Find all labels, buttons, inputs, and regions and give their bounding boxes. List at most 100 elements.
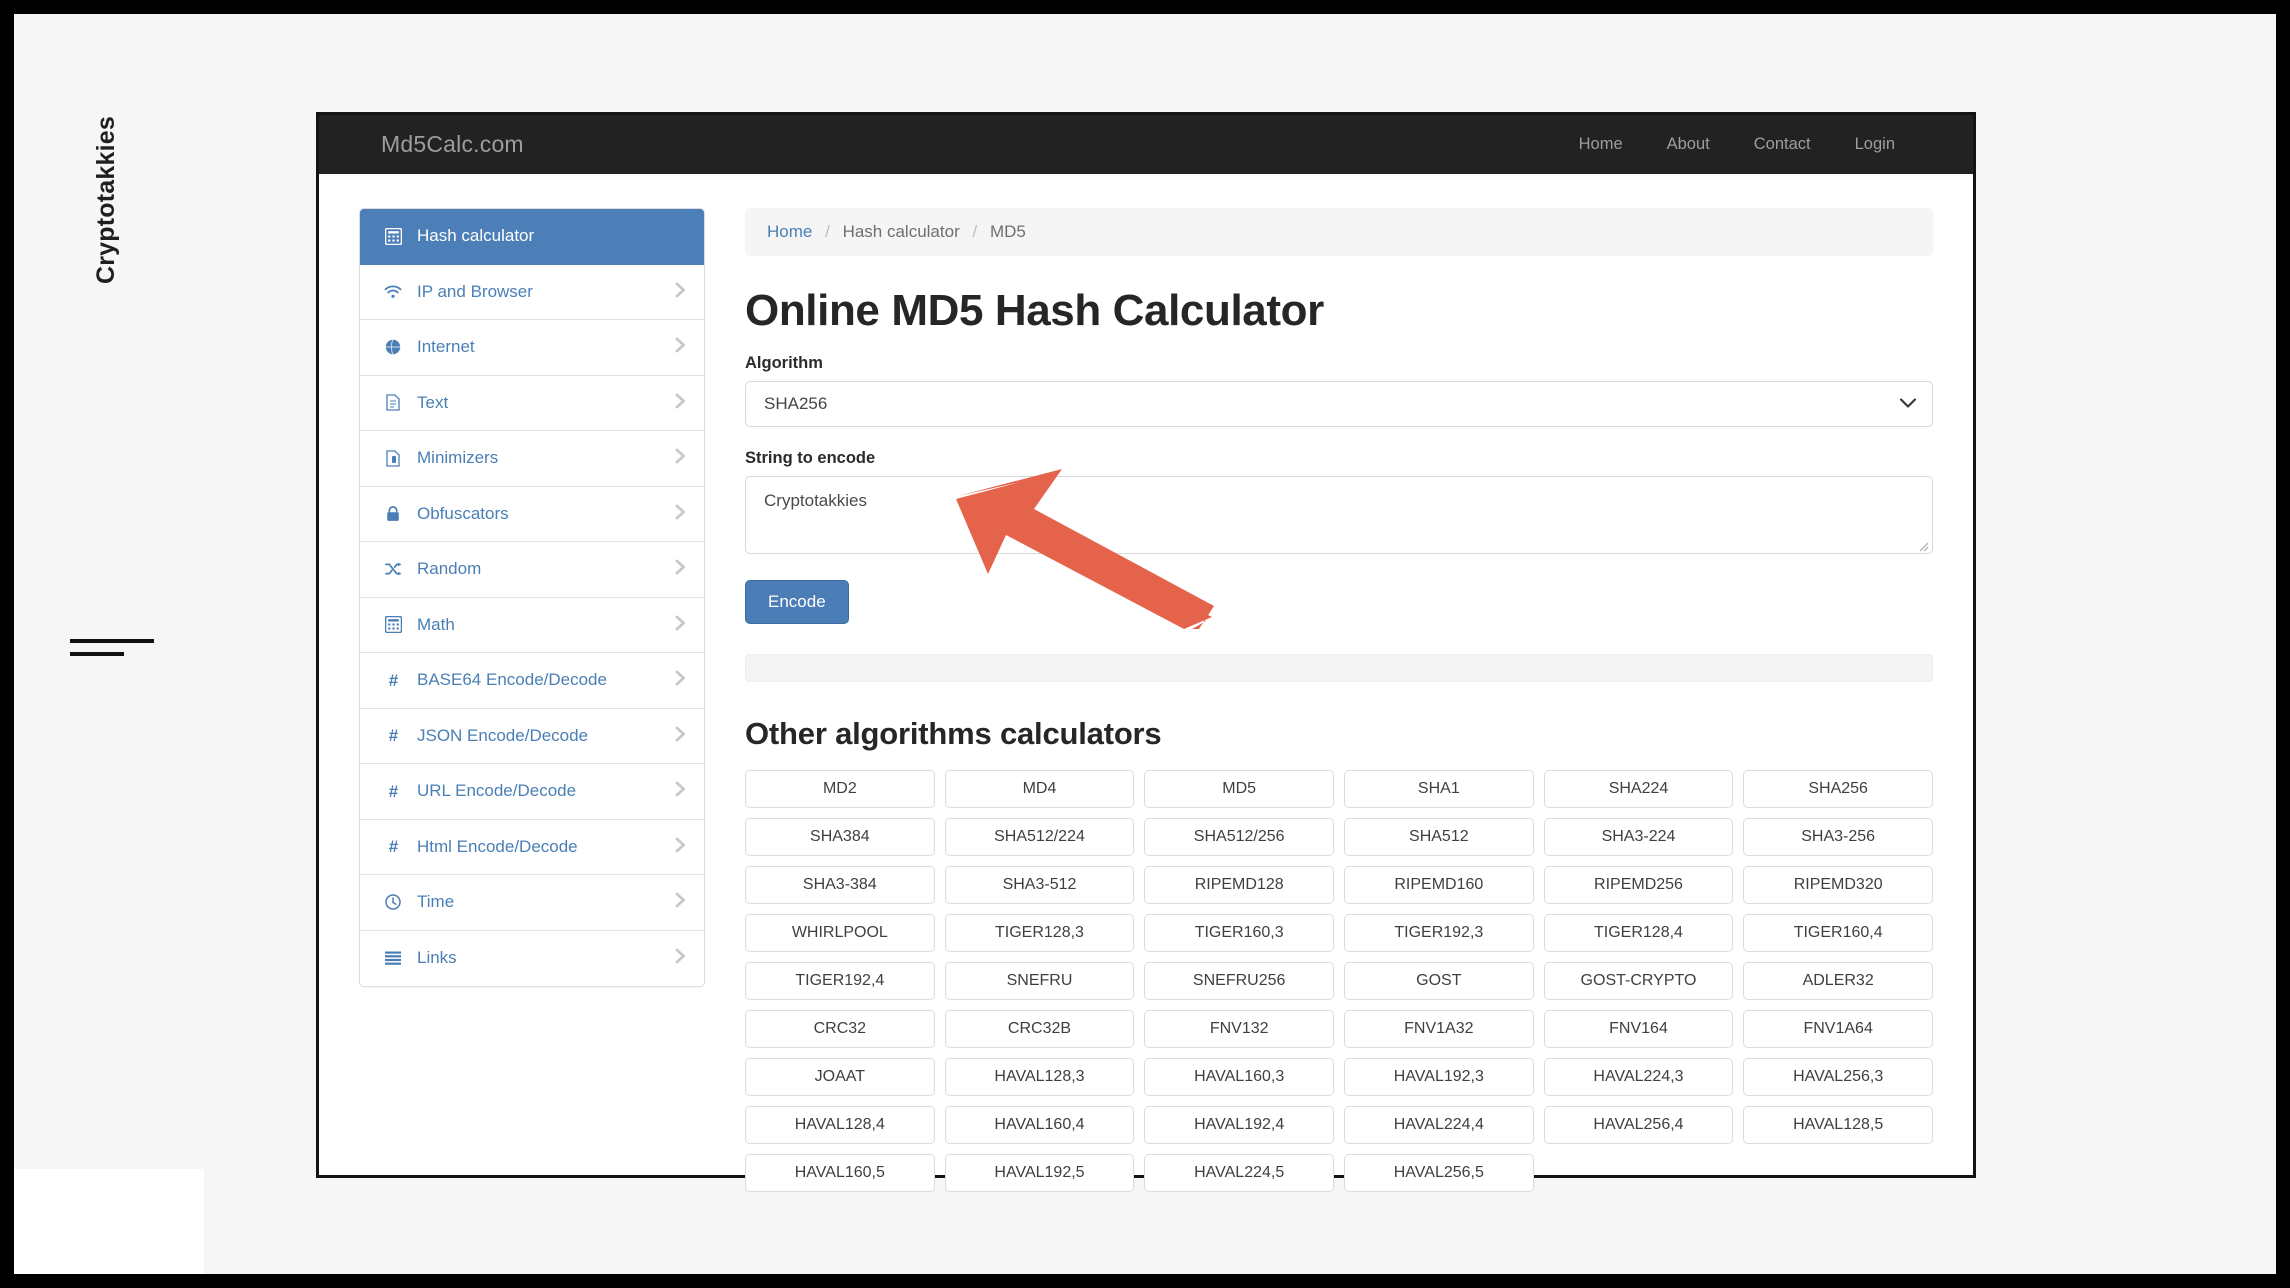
algorithm-button[interactable]: TIGER160,3 [1144,914,1334,952]
sidebar-item-html-encode-decode[interactable]: # Html Encode/Decode [360,819,704,875]
sidebar-item-json-encode-decode[interactable]: # JSON Encode/Decode [360,708,704,764]
algorithm-button[interactable]: SHA3-256 [1743,818,1933,856]
nav-link-contact[interactable]: Contact [1732,135,1833,154]
encode-button[interactable]: Encode [745,580,849,624]
algorithm-button[interactable]: HAVAL128,3 [944,1058,1135,1096]
algorithm-button[interactable]: ADLER32 [1743,962,1933,1000]
algorithm-button[interactable]: SHA224 [1543,770,1734,808]
algorithm-button[interactable]: MD4 [944,770,1135,808]
algorithm-button[interactable]: TIGER192,3 [1344,914,1534,952]
list-icon [381,951,405,966]
algorithm-button[interactable]: HAVAL224,5 [1144,1154,1334,1192]
chevron-right-icon [675,781,686,801]
algorithm-button[interactable]: SHA384 [745,818,935,856]
svg-text:#: # [388,838,398,855]
algorithm-button[interactable]: SHA3-384 [745,866,935,904]
algorithm-button[interactable]: SHA3-512 [944,866,1135,904]
chevron-down-icon [1899,396,1917,413]
algorithm-button[interactable]: TIGER160,4 [1743,914,1933,952]
annotation-rule-short [70,652,124,656]
algorithm-button[interactable]: SHA256 [1743,770,1933,808]
string-to-encode-value: Cryptotakkies [764,491,867,510]
sidebar-item-label: Links [417,948,457,968]
algorithm-button[interactable]: HAVAL224,4 [1344,1106,1534,1144]
globe-icon [381,339,405,355]
sidebar-item-text[interactable]: Text [360,375,704,431]
algorithm-button[interactable]: HAVAL256,3 [1743,1058,1933,1096]
nav-link-home[interactable]: Home [1557,135,1645,154]
algorithm-button[interactable]: RIPEMD128 [1144,866,1334,904]
algorithm-button[interactable]: HAVAL128,4 [745,1106,935,1144]
algorithm-button[interactable]: SHA512 [1344,818,1534,856]
algorithm-button[interactable]: JOAAT [745,1058,935,1096]
algorithm-button[interactable]: MD5 [1144,770,1334,808]
algorithm-button[interactable]: HAVAL160,5 [745,1154,935,1192]
sidebar-item-internet[interactable]: Internet [360,320,704,376]
sidebar-item-base64-encode-decode[interactable]: # BASE64 Encode/Decode [360,653,704,709]
algorithm-button[interactable]: HAVAL224,3 [1543,1058,1734,1096]
calculator-icon [381,616,405,634]
algorithm-button[interactable]: HAVAL192,4 [1144,1106,1334,1144]
svg-text:#: # [388,727,398,744]
browser-window: Md5Calc.com Home About Contact Login Has… [316,112,1976,1192]
shuffle-icon [381,562,405,576]
sidebar-item-url-encode-decode[interactable]: # URL Encode/Decode [360,764,704,820]
algorithm-button[interactable]: FNV1A64 [1743,1010,1933,1048]
algorithm-button[interactable]: GOST [1344,962,1534,1000]
breadcrumb-home[interactable]: Home [767,222,812,241]
sidebar-item-hash-calculator[interactable]: Hash calculator [360,209,704,265]
compress-icon [381,450,405,467]
string-to-encode-label: String to encode [745,449,876,467]
algorithm-button[interactable]: FNV1A32 [1344,1010,1534,1048]
sidebar-item-time[interactable]: Time [360,875,704,931]
resize-handle-icon[interactable] [1915,537,1929,552]
sidebar-item-label: IP and Browser [417,281,533,301]
algorithm-button[interactable]: WHIRLPOOL [745,914,935,952]
algorithm-button[interactable]: FNV164 [1543,1010,1734,1048]
algorithm-button[interactable]: SHA512/256 [1144,818,1334,856]
annotation-rule-long [70,639,154,643]
algorithm-button[interactable]: RIPEMD256 [1543,866,1734,904]
algorithm-button[interactable]: SHA3-224 [1543,818,1734,856]
sidebar-item-label: BASE64 Encode/Decode [417,670,607,690]
algorithm-button[interactable]: HAVAL160,3 [1144,1058,1334,1096]
sidebar-item-ip-and-browser[interactable]: IP and Browser [360,264,704,320]
algorithm-button[interactable]: CRC32 [745,1010,935,1048]
sidebar-item-links[interactable]: Links [360,930,704,986]
algorithm-button[interactable]: TIGER128,4 [1543,914,1734,952]
algorithm-button[interactable]: HAVAL256,5 [1344,1154,1534,1192]
breadcrumb-section[interactable]: Hash calculator [843,222,960,241]
string-to-encode-input[interactable]: Cryptotakkies [745,476,1933,554]
algorithm-button[interactable]: HAVAL256,4 [1543,1106,1734,1144]
algorithm-button[interactable]: SNEFRU256 [1144,962,1334,1000]
sidebar-item-obfuscators[interactable]: Obfuscators [360,486,704,542]
site-brand[interactable]: Md5Calc.com [381,131,524,158]
page-title: Online MD5 Hash Calculator [745,286,1324,335]
algorithm-button[interactable]: HAVAL192,3 [1344,1058,1534,1096]
algorithm-button[interactable]: FNV132 [1144,1010,1334,1048]
algorithm-select[interactable]: SHA256 [745,381,1933,427]
algorithm-button[interactable]: TIGER128,3 [944,914,1135,952]
sidebar-item-random[interactable]: Random [360,542,704,598]
chevron-right-icon [675,504,686,524]
algorithm-button[interactable]: GOST-CRYPTO [1543,962,1734,1000]
algorithm-button[interactable]: SNEFRU [944,962,1135,1000]
algorithm-button[interactable]: CRC32B [944,1010,1135,1048]
algorithm-button[interactable]: HAVAL192,5 [944,1154,1135,1192]
annotation-rules [70,639,154,656]
screenshot-canvas: Cryptotakkies Md5Calc.com Home About Con… [14,14,2276,1274]
algorithm-button[interactable]: HAVAL128,5 [1743,1106,1933,1144]
nav-link-about[interactable]: About [1645,135,1732,154]
document-icon [381,394,405,411]
algorithm-button[interactable]: TIGER192,4 [745,962,935,1000]
nav-link-login[interactable]: Login [1833,135,1917,154]
algorithm-button[interactable]: HAVAL160,4 [944,1106,1135,1144]
algorithm-button[interactable]: RIPEMD320 [1743,866,1933,904]
sidebar-item-minimizers[interactable]: Minimizers [360,431,704,487]
algorithm-button[interactable]: MD2 [745,770,935,808]
algorithm-button[interactable]: SHA1 [1344,770,1534,808]
sidebar-item-math[interactable]: Math [360,597,704,653]
sidebar-item-label: Text [417,392,449,412]
algorithm-button[interactable]: SHA512/224 [944,818,1135,856]
algorithm-button[interactable]: RIPEMD160 [1344,866,1534,904]
